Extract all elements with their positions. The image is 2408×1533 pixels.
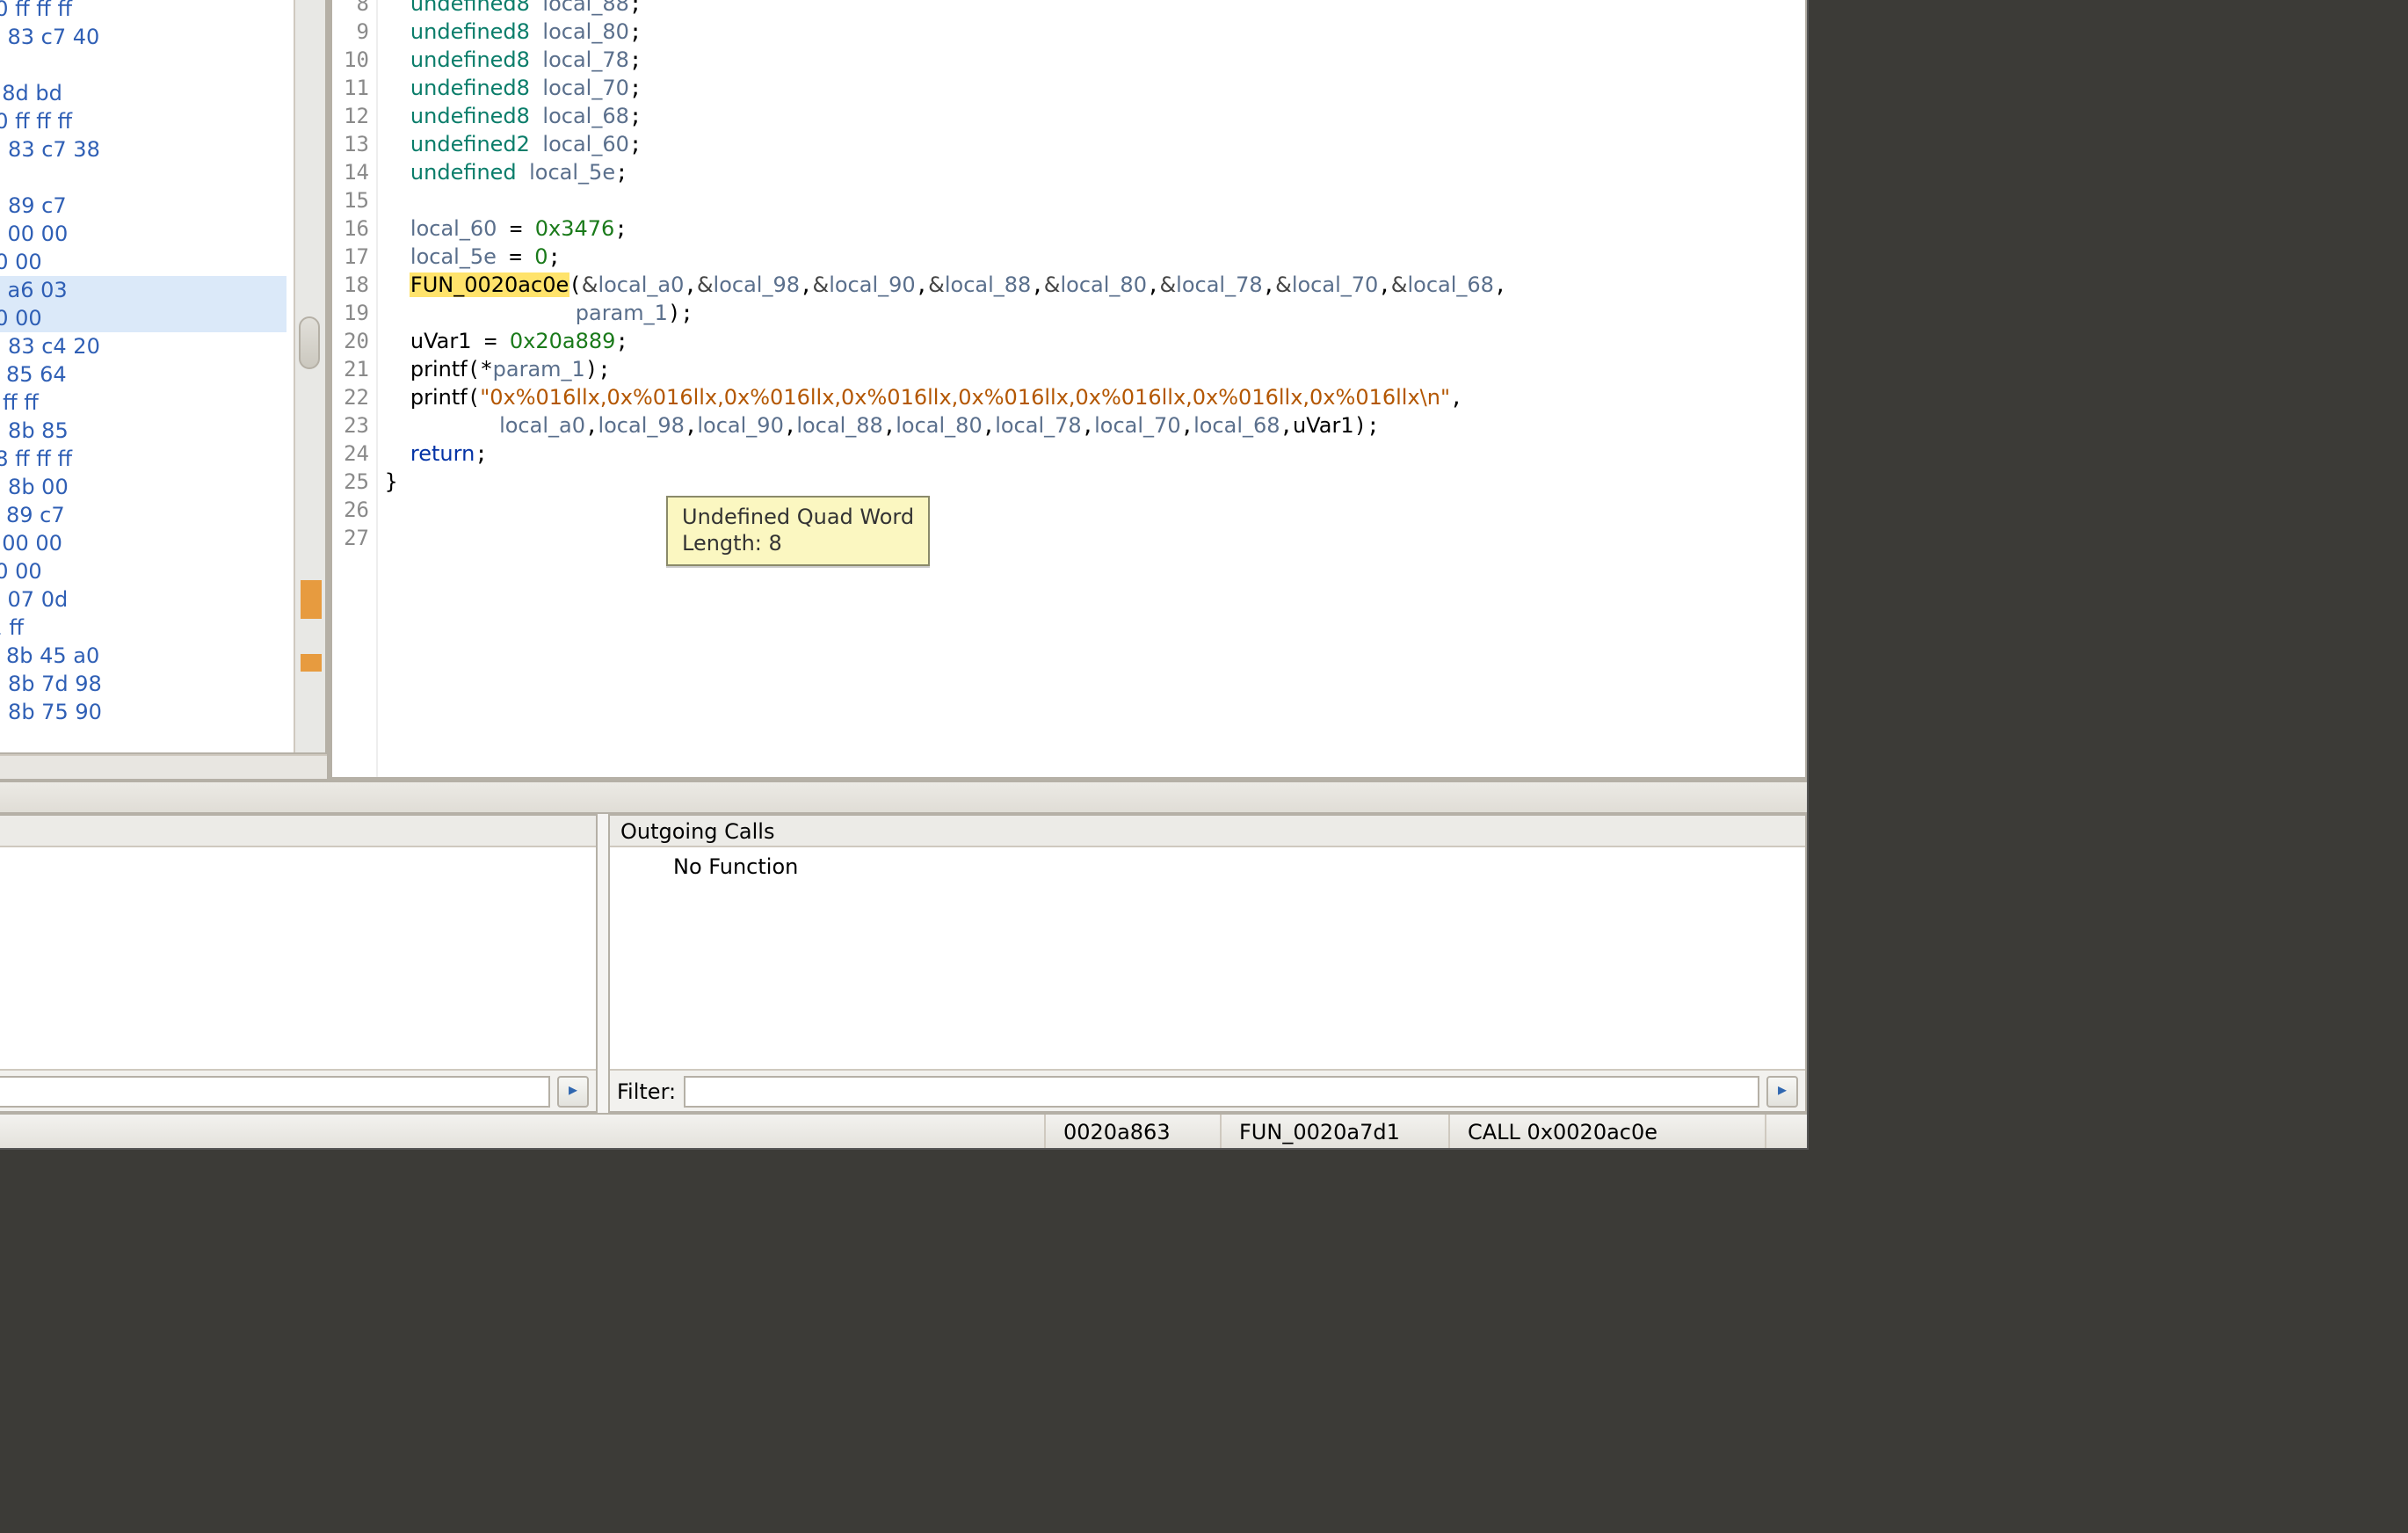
incoming-filter-input[interactable] [0, 1075, 550, 1107]
tooltip-line: Length: 8 [682, 531, 914, 557]
listing-row[interactable]: 00 00 [0, 248, 286, 276]
listing-row[interactable]: 0020a87f b8 00 00 [0, 529, 286, 557]
status-instruction: CALL 0x0020ac0e [1448, 1115, 1765, 1148]
type-tooltip: Undefined Quad Word Length: 8 [666, 496, 930, 566]
listing-row[interactable]: 0020a84f 48 8d bd [0, 79, 286, 107]
fct-header: Function Call Trees 🏠 ⟳ ≣ ▣ ▣ ✕ [0, 782, 1807, 814]
filter-go-icon[interactable]: ▸ [557, 1075, 589, 1107]
outgoing-filter-input[interactable] [683, 1075, 1759, 1107]
listing-row[interactable]: 0020a856 48 83 c7 38 [0, 135, 286, 163]
listing-row[interactable]: 0020a85a 57 [0, 163, 286, 192]
statusbar: 0020a863 FUN_0020a7d1 CALL 0x0020ac0e [0, 1113, 1807, 1148]
listing-row[interactable]: f1 ff [0, 614, 286, 642]
status-function: FUN_0020a7d1 [1220, 1115, 1448, 1148]
listing-row[interactable]: 0020a84a 48 83 c7 40 [0, 23, 286, 51]
overview-marker[interactable] [301, 654, 322, 672]
incoming-header: Incoming Calls [0, 816, 596, 847]
listing-row[interactable]: 0020a86c 89 85 64 [0, 360, 286, 389]
hscrollbar[interactable] [0, 754, 327, 779]
listing-code[interactable]: 60 ff ff ff0020a835 48 83 c0 080020a839 … [0, 0, 294, 752]
listing-row[interactable]: 0020a891 48 8b 75 90 [0, 698, 286, 726]
listing-row[interactable]: 0020a85b 48 89 c7 [0, 192, 286, 220]
incoming-body[interactable]: No Function [0, 847, 596, 1069]
status-address: 0020a863 [1044, 1115, 1220, 1148]
listing-row[interactable]: 00 00 [0, 304, 286, 332]
listing-row[interactable]: 00 00 [0, 557, 286, 585]
outgoing-body[interactable]: No Function [610, 847, 1805, 1069]
filter-go-icon[interactable]: ▸ [1766, 1075, 1798, 1107]
tooltip-line: Undefined Quad Word [682, 505, 914, 531]
listing-row[interactable]: 0020a879 48 8b 00 [0, 473, 286, 501]
no-function-label: No Function [0, 854, 585, 879]
vscrollbar[interactable] [294, 0, 325, 752]
listing-row[interactable]: 0020a87c 48 89 c7 [0, 501, 286, 529]
decompile-code[interactable]: void FUN_0020a7d1(char **param_1) { unde… [378, 0, 1805, 777]
no-function-label: No Function [620, 854, 1795, 879]
listing-row[interactable]: 0020a84e 57 [0, 51, 286, 79]
listing-row[interactable]: 60 ff ff ff [0, 0, 286, 23]
listing-row[interactable]: 0020a884 e8 07 0d [0, 585, 286, 614]
listing-row[interactable]: 0020a868 48 83 c4 20 [0, 332, 286, 360]
listing-row[interactable]: 0020a872 48 8b 85 [0, 417, 286, 445]
listing-row[interactable]: 0020a85e b8 00 00 [0, 220, 286, 248]
line-gutter: 1 2 3 4 5 6 7 8 9 10 11 12 13 14 15 16 1… [332, 0, 378, 777]
overview-marker[interactable] [301, 580, 322, 619]
listing-row[interactable]: 0020a863 e8 a6 03 [0, 276, 286, 304]
listing-row[interactable]: ff ff ff [0, 389, 286, 417]
filter-label: Filter: [617, 1079, 676, 1103]
listing-row[interactable]: 0020a88d 48 8b 7d 98 [0, 670, 286, 698]
listing-row[interactable]: 0020a889 4c 8b 45 a0 [0, 642, 286, 670]
listing-row[interactable]: 60 ff ff ff [0, 107, 286, 135]
outgoing-header: Outgoing Calls [610, 816, 1805, 847]
listing-row[interactable]: 58 ff ff ff [0, 445, 286, 473]
